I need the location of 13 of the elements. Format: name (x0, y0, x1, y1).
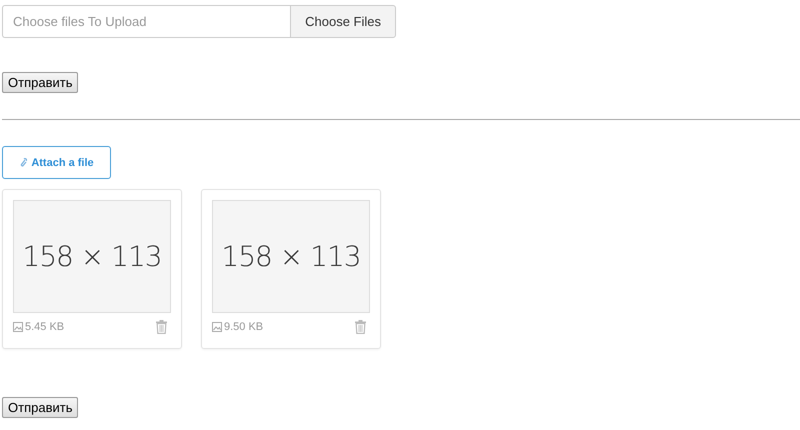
image-icon (13, 322, 23, 332)
paperclip-icon (19, 158, 28, 168)
submit-button[interactable]: Отправить (2, 72, 78, 93)
placeholder-dimensions: 158 × 113 (22, 240, 162, 273)
submit-button[interactable]: Отправить (2, 397, 78, 418)
file-path-field[interactable]: Choose files To Upload (2, 5, 290, 38)
file-size: 9.50 KB (224, 321, 264, 333)
choose-files-button[interactable]: Choose Files (290, 5, 396, 38)
file-size: 5.45 KB (25, 321, 64, 333)
placeholder-dimensions: 158 × 113 (221, 240, 361, 273)
trash-icon[interactable] (355, 320, 366, 334)
trash-icon[interactable] (156, 320, 167, 334)
image-icon (212, 322, 222, 332)
